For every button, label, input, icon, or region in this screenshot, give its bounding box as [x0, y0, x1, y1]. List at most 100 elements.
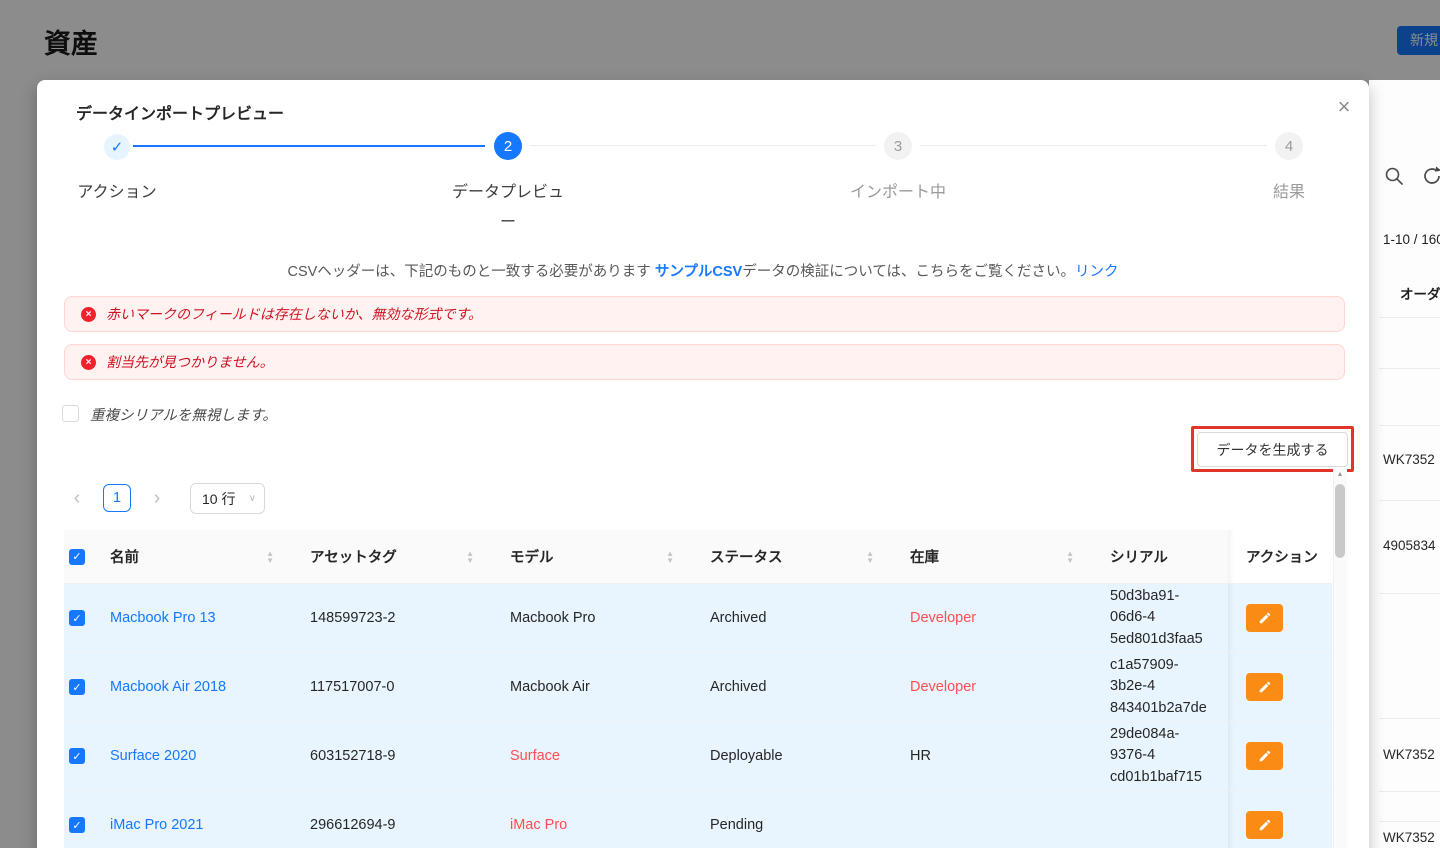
- header-label: ステータス: [710, 546, 783, 567]
- ignore-duplicates-label: 重複シリアルを無視します。: [90, 404, 277, 425]
- step-connector: [133, 145, 485, 147]
- chevron-down-icon: ∨: [249, 493, 256, 504]
- header-action: アクション: [1228, 530, 1332, 583]
- row-select-cell: [64, 791, 94, 848]
- row-checkbox[interactable]: [69, 817, 85, 833]
- header-label: 名前: [110, 546, 139, 567]
- caret-down-icon: ▼: [866, 557, 874, 564]
- sort-icons[interactable]: ▲▼: [466, 550, 474, 564]
- generate-data-button[interactable]: データを生成する: [1197, 432, 1348, 467]
- cell-action: [1228, 584, 1332, 652]
- screen: 資産 新規 1-10 / 160 オーダー WK7352 4905834 WK7…: [0, 0, 1440, 848]
- error-alert-text: 赤いマークのフィールドは存在しないか、無効な形式です。: [106, 304, 482, 324]
- step-connector: [920, 145, 1267, 146]
- cell-model: Surface: [494, 722, 694, 790]
- header-status[interactable]: ステータス ▲▼: [694, 530, 894, 583]
- scrollbar-thumb[interactable]: [1335, 484, 1345, 558]
- edit-button[interactable]: [1246, 811, 1283, 839]
- step4-circle: 4: [1275, 132, 1303, 160]
- error-alert: × 割当先が見つかりません。: [64, 344, 1345, 380]
- cell-model: iMac Pro: [494, 791, 694, 848]
- pagination-page-1[interactable]: 1: [103, 484, 131, 512]
- chevron-right-icon[interactable]: ›: [143, 484, 171, 512]
- cell-stock: HR: [894, 722, 1094, 790]
- order-cell: 4905834: [1383, 538, 1436, 553]
- scrollbar-up-icon[interactable]: ▲: [1333, 471, 1347, 478]
- cell-name[interactable]: iMac Pro 2021: [94, 791, 294, 848]
- cell-name[interactable]: Macbook Air 2018: [94, 653, 294, 721]
- divider: [1379, 317, 1440, 318]
- cell-asset-tag: 296612694-9: [294, 791, 494, 848]
- cell-name[interactable]: Macbook Pro 13: [94, 584, 294, 652]
- edit-icon: [1258, 818, 1272, 832]
- order-cell: WK7352: [1383, 830, 1435, 845]
- edit-button[interactable]: [1246, 604, 1283, 632]
- background-table-panel: 1-10 / 160 オーダー WK7352 4905834 WK7352 WK…: [1369, 80, 1440, 848]
- divider: [1379, 425, 1440, 426]
- header-label: 在庫: [910, 546, 939, 567]
- error-circle-icon: ×: [81, 307, 96, 322]
- header-stock[interactable]: 在庫 ▲▼: [894, 530, 1094, 583]
- sample-csv-link[interactable]: サンプルCSV: [655, 264, 742, 280]
- edit-icon: [1258, 611, 1272, 625]
- edit-icon: [1258, 749, 1272, 763]
- table-row: Macbook Air 2018 117517007-0 Macbook Air…: [64, 653, 1332, 722]
- sort-icons[interactable]: ▲▼: [666, 550, 674, 564]
- validation-link[interactable]: リンク: [1075, 264, 1119, 280]
- close-icon[interactable]: ×: [1329, 92, 1359, 122]
- divider: [1379, 791, 1440, 792]
- page-size-select[interactable]: 10 行 ∨: [190, 483, 265, 514]
- divider: [1379, 718, 1440, 719]
- header-asset-tag[interactable]: アセットタグ▲▼: [294, 530, 494, 583]
- select-all-cell: [64, 530, 94, 583]
- row-checkbox[interactable]: [69, 679, 85, 695]
- step2-label: データプレビュー: [450, 178, 566, 237]
- sort-icons[interactable]: ▲▼: [266, 550, 274, 564]
- divider: [1379, 593, 1440, 594]
- edit-button[interactable]: [1246, 742, 1283, 770]
- sort-icons[interactable]: ▲▼: [1066, 550, 1074, 564]
- row-select-cell: [64, 584, 94, 652]
- cell-serial: 29de084a-9376-4 cd01b1baf715: [1110, 724, 1212, 787]
- edit-icon: [1258, 680, 1272, 694]
- modal-title: データインポートプレビュー: [76, 100, 284, 124]
- header-label: シリアル: [1110, 546, 1168, 567]
- error-circle-icon: ×: [81, 355, 96, 370]
- select-all-checkbox[interactable]: [69, 549, 85, 565]
- cell-serial: 50d3ba91-06d6-4 5ed801d3faa5: [1110, 586, 1212, 649]
- error-alert: × 赤いマークのフィールドは存在しないか、無効な形式です。: [64, 296, 1345, 332]
- step3-label: インポート中: [818, 178, 978, 208]
- header-name[interactable]: 名前 ▲▼: [94, 530, 294, 583]
- table-row: iMac Pro 2021 296612694-9 iMac Pro Pendi…: [64, 791, 1332, 848]
- divider: [1379, 368, 1440, 369]
- csv-info-text: CSVヘッダーは、下記のものと一致する必要があります サンプルCSVデータの検証…: [37, 260, 1369, 281]
- cell-action: [1228, 653, 1332, 721]
- cell-stock: Developer: [894, 653, 1094, 721]
- row-checkbox[interactable]: [69, 748, 85, 764]
- row-checkbox[interactable]: [69, 610, 85, 626]
- caret-down-icon: ▼: [266, 557, 274, 564]
- cell-name[interactable]: Surface 2020: [94, 722, 294, 790]
- ignore-duplicates-checkbox[interactable]: [62, 405, 79, 422]
- row-select-cell: [64, 722, 94, 790]
- table-header-row: 名前 ▲▼ アセットタグ▲▼ モデル▲▼ ステータス ▲▼ 在庫 ▲▼ シリアル アク…: [64, 530, 1332, 584]
- cell-action: [1228, 722, 1332, 790]
- cell-asset-tag: 148599723-2: [294, 584, 494, 652]
- edit-button[interactable]: [1246, 673, 1283, 701]
- preview-table: 名前 ▲▼ アセットタグ▲▼ モデル▲▼ ステータス ▲▼ 在庫 ▲▼ シリアル アク…: [64, 530, 1332, 848]
- header-model[interactable]: モデル▲▼: [494, 530, 694, 583]
- order-column-header: オーダー: [1400, 283, 1440, 303]
- sort-icons[interactable]: ▲▼: [866, 550, 874, 564]
- chevron-left-icon[interactable]: ‹: [63, 484, 91, 512]
- cell-status: Pending: [694, 791, 894, 848]
- cell-serial: c1a57909-3b2e-4 843401b2a7de: [1110, 655, 1212, 718]
- step3-circle: 3: [884, 132, 912, 160]
- refresh-icon[interactable]: [1421, 165, 1440, 187]
- search-icon[interactable]: [1383, 165, 1405, 187]
- step-connector: [530, 145, 876, 146]
- import-preview-modal: データインポートプレビュー × ✓ 2 3 4 アクション データプレビュー イ…: [37, 80, 1369, 848]
- info-text: データの検証については、こちらをご覧ください。: [742, 264, 1075, 280]
- step2-circle: 2: [494, 132, 522, 160]
- caret-down-icon: ▼: [666, 557, 674, 564]
- step1-label: アクション: [37, 178, 197, 208]
